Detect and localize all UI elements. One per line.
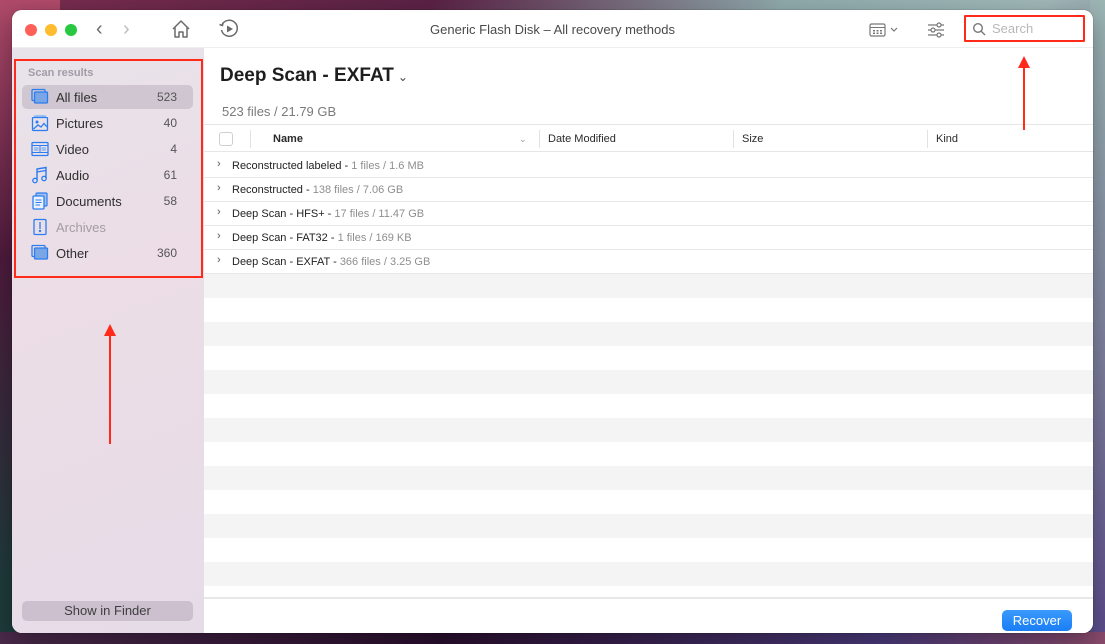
empty-row bbox=[204, 346, 1093, 370]
empty-row bbox=[204, 538, 1093, 562]
table-header: Name ⌄ Date Modified Size Kind bbox=[204, 124, 1093, 152]
column-divider[interactable] bbox=[927, 130, 928, 148]
column-header-size[interactable]: Size bbox=[742, 133, 763, 145]
scan-summary: 523 files / 21.79 GB bbox=[222, 104, 337, 119]
expand-chevron-icon[interactable]: › bbox=[217, 254, 221, 266]
table-row[interactable]: › Deep Scan - HFS+ - 17 files / 11.47 GB bbox=[204, 202, 1093, 226]
expand-chevron-icon[interactable]: › bbox=[217, 230, 221, 242]
table-row[interactable]: › Reconstructed labeled - 1 files / 1.6 … bbox=[204, 154, 1093, 178]
expand-chevron-icon[interactable]: › bbox=[217, 158, 221, 170]
row-meta: 1 files / 1.6 MB bbox=[351, 160, 424, 172]
annotation-arrow-icon bbox=[1018, 56, 1030, 130]
row-meta: 17 files / 11.47 GB bbox=[334, 208, 425, 220]
search-field[interactable] bbox=[964, 15, 1085, 42]
sort-chevron-icon[interactable]: ⌄ bbox=[519, 134, 527, 145]
empty-row bbox=[204, 442, 1093, 466]
table-row[interactable]: › Reconstructed - 138 files / 7.06 GB bbox=[204, 178, 1093, 202]
filter-settings-icon[interactable] bbox=[926, 20, 946, 40]
empty-row bbox=[204, 466, 1093, 490]
titlebar: ‹ › Generic Flash Disk – All recovery me… bbox=[12, 10, 1093, 48]
row-name: Reconstructed - bbox=[232, 184, 313, 196]
row-meta: 138 files / 7.06 GB bbox=[312, 184, 404, 196]
column-header-kind[interactable]: Kind bbox=[936, 133, 958, 145]
column-divider[interactable] bbox=[733, 130, 734, 148]
empty-row bbox=[204, 274, 1093, 298]
expand-chevron-icon[interactable]: › bbox=[217, 206, 221, 218]
column-header-date-modified[interactable]: Date Modified bbox=[548, 133, 616, 145]
scan-title-dropdown[interactable]: Deep Scan - EXFAT ⌄ bbox=[220, 65, 408, 87]
row-name: Deep Scan - FAT32 - bbox=[232, 232, 338, 244]
empty-row bbox=[204, 298, 1093, 322]
row-name: Reconstructed labeled - bbox=[232, 160, 352, 172]
scan-title: Deep Scan - EXFAT bbox=[220, 65, 394, 86]
app-window: ‹ › Generic Flash Disk – All recovery me… bbox=[12, 10, 1093, 633]
column-header-name[interactable]: Name bbox=[273, 133, 303, 145]
chevron-down-icon: ⌄ bbox=[397, 70, 408, 84]
row-name: Deep Scan - HFS+ - bbox=[232, 208, 335, 220]
main-panel: Deep Scan - EXFAT ⌄ 523 files / 21.79 GB … bbox=[204, 48, 1093, 633]
empty-row bbox=[204, 370, 1093, 394]
recover-button[interactable]: Recover bbox=[1002, 610, 1072, 631]
row-meta: 366 files / 3.25 GB bbox=[339, 256, 431, 268]
search-input[interactable] bbox=[992, 21, 1082, 36]
empty-row bbox=[204, 514, 1093, 538]
row-meta: 1 files / 169 KB bbox=[337, 232, 412, 244]
row-name: Deep Scan - EXFAT - bbox=[232, 256, 340, 268]
footer-divider bbox=[204, 597, 1093, 599]
empty-row bbox=[204, 322, 1093, 346]
show-in-finder-button[interactable]: Show in Finder bbox=[22, 601, 193, 621]
empty-row bbox=[204, 490, 1093, 514]
view-mode-icon[interactable] bbox=[869, 22, 901, 38]
table-row[interactable]: › Deep Scan - FAT32 - 1 files / 169 KB bbox=[204, 226, 1093, 250]
sidebar: Scan results All files 523 Pictures 40 V… bbox=[12, 48, 204, 633]
column-divider bbox=[250, 130, 251, 148]
empty-row bbox=[204, 562, 1093, 586]
select-all-checkbox[interactable] bbox=[219, 132, 233, 146]
column-divider[interactable] bbox=[539, 130, 540, 148]
search-icon bbox=[972, 22, 986, 35]
expand-chevron-icon[interactable]: › bbox=[217, 182, 221, 194]
results-table: › Reconstructed labeled - 1 files / 1.6 … bbox=[204, 154, 1093, 586]
table-row[interactable]: › Deep Scan - EXFAT - 366 files / 3.25 G… bbox=[204, 250, 1093, 274]
annotation-highlight-box bbox=[14, 59, 203, 278]
desktop-wallpaper-bottom bbox=[0, 632, 1105, 644]
annotation-arrow-icon bbox=[104, 324, 116, 444]
empty-row bbox=[204, 418, 1093, 442]
empty-row bbox=[204, 394, 1093, 418]
